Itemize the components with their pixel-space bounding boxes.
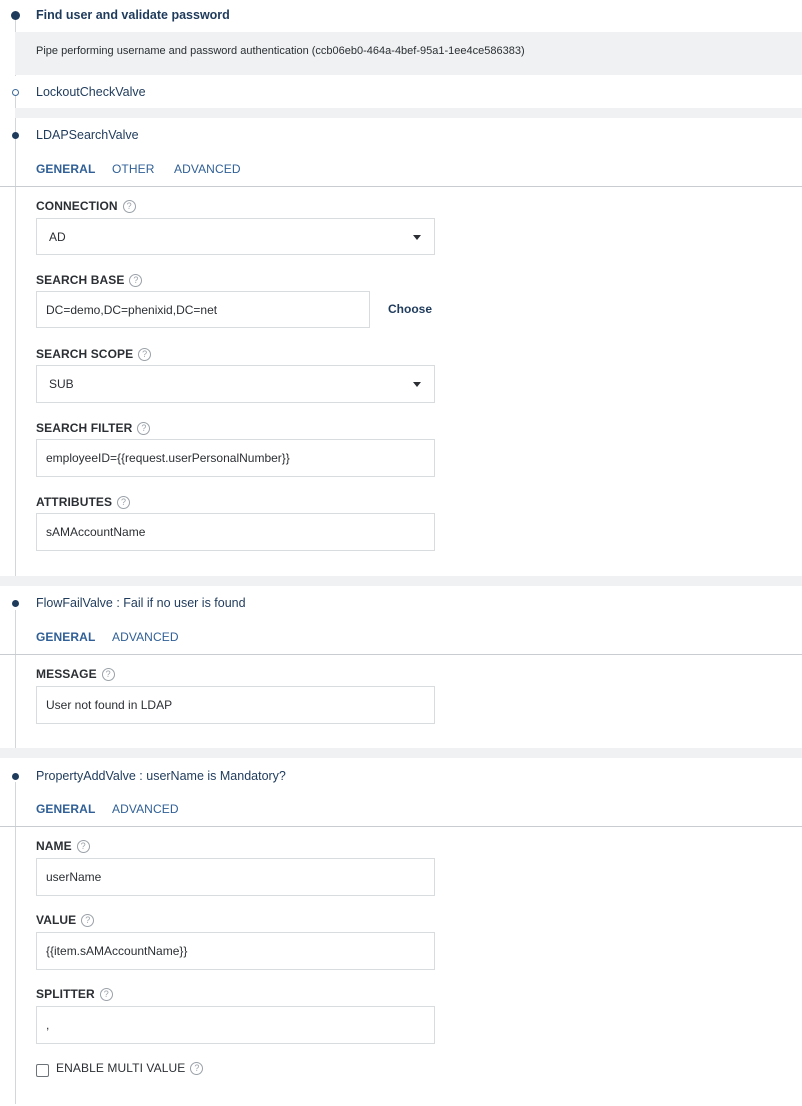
value-label: VALUE ? [36, 913, 95, 927]
section-separator [0, 576, 802, 586]
splitter-label: SPLITTER ? [36, 987, 113, 1001]
tab-advanced[interactable]: ADVANCED [112, 630, 179, 644]
splitter-input[interactable]: , [36, 1006, 435, 1044]
connection-label: CONNECTION ? [36, 199, 136, 213]
search-scope-label: SEARCH SCOPE ? [36, 347, 152, 361]
help-circle-icon[interactable]: ? [99, 987, 113, 1001]
tab-general[interactable]: GENERAL [36, 630, 95, 644]
help-circle-icon[interactable]: ? [76, 839, 90, 853]
timeline-dot-icon [12, 132, 19, 139]
timeline-open-dot-icon [12, 89, 19, 96]
help-circle-icon[interactable]: ? [122, 199, 136, 213]
tab-advanced[interactable]: ADVANCED [174, 162, 241, 176]
tab-advanced[interactable]: ADVANCED [112, 802, 179, 816]
help-circle-icon[interactable]: ? [190, 1061, 204, 1075]
name-input[interactable]: userName [36, 858, 435, 896]
help-circle-icon[interactable]: ? [129, 273, 143, 287]
tab-general[interactable]: GENERAL [36, 162, 95, 176]
search-base-input[interactable]: DC=demo,DC=phenixid,DC=net [36, 291, 370, 328]
tab-divider [0, 186, 802, 187]
timeline-dot-icon [12, 773, 19, 780]
section-separator [0, 748, 802, 758]
section-separator [15, 108, 802, 118]
tab-other[interactable]: OTHER [112, 162, 155, 176]
message-input[interactable]: User not found in LDAP [36, 686, 435, 724]
search-filter-label: SEARCH FILTER ? [36, 421, 151, 435]
help-circle-icon[interactable]: ? [81, 913, 95, 927]
choose-button[interactable]: Choose [388, 302, 432, 316]
timeline-line [15, 782, 16, 1104]
help-circle-icon[interactable]: ? [138, 347, 152, 361]
tab-divider [0, 654, 802, 655]
timeline-dot-icon [11, 11, 20, 20]
ldap-valve-title[interactable]: LDAPSearchValve [36, 128, 139, 142]
message-label: MESSAGE ? [36, 667, 115, 681]
attributes-label: ATTRIBUTES ? [36, 495, 131, 509]
enable-multi-value-checkbox[interactable] [36, 1064, 49, 1077]
timeline-dot-icon [12, 600, 19, 607]
enable-multi-value-label[interactable]: ENABLE MULTI VALUE ? [56, 1061, 204, 1075]
search-base-label: SEARCH BASE ? [36, 273, 143, 287]
tab-divider [0, 826, 802, 827]
help-circle-icon[interactable]: ? [137, 421, 151, 435]
chevron-down-icon [413, 382, 421, 387]
lockout-valve-title[interactable]: LockoutCheckValve [36, 85, 146, 99]
value-input[interactable]: {{item.sAMAccountName}} [36, 932, 435, 970]
search-filter-input[interactable]: employeeID={{request.userPersonalNumber}… [36, 439, 435, 477]
help-circle-icon[interactable]: ? [101, 667, 115, 681]
pipe-subtitle: Pipe performing username and password au… [36, 45, 525, 57]
propertyadd-valve-title[interactable]: PropertyAddValve : userName is Mandatory… [36, 769, 286, 783]
timeline-line [15, 610, 16, 750]
pipe-title[interactable]: Find user and validate password [36, 8, 230, 22]
connection-select[interactable]: AD [36, 218, 435, 255]
tab-general[interactable]: GENERAL [36, 802, 95, 816]
flowfail-valve-title[interactable]: FlowFailValve : Fail if no user is found [36, 596, 246, 610]
search-scope-select[interactable]: SUB [36, 365, 435, 403]
chevron-down-icon [413, 234, 421, 240]
help-circle-icon[interactable]: ? [117, 495, 131, 509]
attributes-input[interactable]: sAMAccountName [36, 513, 435, 551]
name-label: NAME ? [36, 839, 90, 853]
timeline-line [15, 96, 16, 576]
